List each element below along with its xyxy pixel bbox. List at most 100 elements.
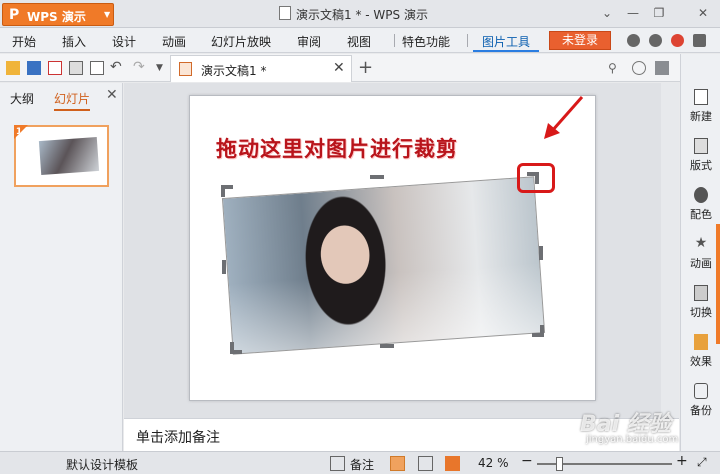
template-name: 默认设计模板 xyxy=(66,458,139,472)
crop-handle-top-left[interactable] xyxy=(221,185,233,197)
menu-review[interactable]: 审阅 xyxy=(297,33,321,50)
highlight-box xyxy=(517,163,555,193)
menu-separator xyxy=(394,34,395,47)
brush-icon[interactable]: ⚲ xyxy=(608,61,622,75)
red-arrow-icon xyxy=(544,96,584,139)
menu-start[interactable]: 开始 xyxy=(12,33,36,50)
task-panel: 新建 版式 配色 ★ 动画 切换 效果 备份 xyxy=(680,54,720,451)
layout-icon xyxy=(694,138,708,154)
print-preview-icon[interactable] xyxy=(90,61,104,75)
slide-sorter-icon[interactable] xyxy=(418,456,433,471)
dropdown-arrow-icon: ▼ xyxy=(104,10,111,19)
normal-view-icon[interactable] xyxy=(390,456,405,471)
transition-icon xyxy=(694,285,708,301)
print-icon[interactable] xyxy=(69,61,83,75)
restore-button[interactable]: ❐ xyxy=(648,4,670,22)
window-icon[interactable] xyxy=(655,61,669,75)
zoom-out-button[interactable]: − xyxy=(521,453,533,469)
tab-outline[interactable]: 大纲 xyxy=(10,90,34,107)
open-icon[interactable] xyxy=(6,61,20,75)
task-new[interactable]: 新建 xyxy=(681,89,720,133)
notes-toggle-icon[interactable] xyxy=(330,456,345,471)
status-bar: 默认设计模板 备注 42 % − + ⤢ xyxy=(0,451,720,474)
task-layout-label: 版式 xyxy=(690,159,712,172)
panel-collapse-handle[interactable] xyxy=(716,224,720,344)
effects-icon xyxy=(694,334,708,350)
palette-icon xyxy=(694,187,708,203)
outline-panel: 大纲 幻灯片 ✕ 1 xyxy=(0,83,123,451)
export-pdf-icon[interactable] xyxy=(48,61,62,75)
backup-icon xyxy=(694,383,708,399)
wps-logo-icon: P xyxy=(9,7,20,23)
feedback-icon[interactable] xyxy=(671,34,684,47)
slideshow-icon[interactable] xyxy=(445,456,460,471)
notes-toggle-label[interactable]: 备注 xyxy=(350,456,374,473)
task-layout[interactable]: 版式 xyxy=(681,138,720,182)
crop-handle-bottom-right[interactable] xyxy=(532,325,544,337)
task-transition[interactable]: 切换 xyxy=(681,285,720,329)
menu-view[interactable]: 视图 xyxy=(347,33,371,50)
fit-window-icon[interactable]: ⤢ xyxy=(697,456,712,471)
quick-toolbar: ↶ ↷ ▼ 演示文稿1 * ✕ + ⚲ xyxy=(0,54,680,82)
close-panel-icon[interactable]: ✕ xyxy=(106,87,118,103)
task-effects-label: 效果 xyxy=(690,355,712,368)
cropped-photo[interactable] xyxy=(221,176,546,355)
title-bar: P WPS 演示 ▼ 演示文稿1 * - WPS 演示 ⌄ — ❐ ✕ xyxy=(0,0,720,28)
new-slide-icon xyxy=(694,89,708,105)
close-button[interactable]: ✕ xyxy=(692,4,714,22)
vertical-scrollbar[interactable] xyxy=(661,83,679,418)
window-menu-icon[interactable]: ⌄ xyxy=(596,4,618,22)
menu-design[interactable]: 设计 xyxy=(112,33,136,50)
minimize-button[interactable]: — xyxy=(622,4,644,22)
animation-icon: ★ xyxy=(694,235,708,251)
crop-handle-top[interactable] xyxy=(370,175,384,179)
menu-bar: 开始 插入 设计 动画 幻灯片放映 审阅 视图 特色功能 图片工具 未登录 xyxy=(0,28,720,53)
task-animation[interactable]: ★ 动画 xyxy=(681,236,720,280)
zoom-in-button[interactable]: + xyxy=(676,453,688,469)
task-colors[interactable]: 配色 xyxy=(681,187,720,231)
tab-slides[interactable]: 幻灯片 xyxy=(54,90,91,111)
task-animation-label: 动画 xyxy=(690,257,712,270)
slide-thumbnail[interactable] xyxy=(14,125,109,187)
clock-icon[interactable] xyxy=(632,61,646,75)
crop-handle-left[interactable] xyxy=(222,260,226,274)
slide-editing-area: 拖动这里对图片进行裁剪 xyxy=(124,83,679,418)
save-icon[interactable] xyxy=(27,61,41,75)
slide-canvas[interactable]: 拖动这里对图片进行裁剪 xyxy=(189,95,596,401)
tab-document[interactable]: 演示文稿1 * ✕ xyxy=(170,55,352,82)
menu-insert[interactable]: 插入 xyxy=(62,33,86,50)
crop-handle-bottom-left[interactable] xyxy=(230,342,242,354)
menu-slideshow[interactable]: 幻灯片放映 xyxy=(211,33,271,50)
task-transition-label: 切换 xyxy=(690,306,712,319)
task-colors-label: 配色 xyxy=(690,208,712,221)
menu-special-features[interactable]: 特色功能 xyxy=(402,33,450,50)
undo-icon[interactable]: ↶ xyxy=(110,60,124,75)
menu-animation[interactable]: 动画 xyxy=(162,33,186,50)
crop-handle-right[interactable] xyxy=(539,246,543,260)
login-button[interactable]: 未登录 xyxy=(549,31,611,50)
notes-placeholder: 单击添加备注 xyxy=(136,430,220,446)
help-icon[interactable] xyxy=(693,34,706,47)
customize-toolbar-icon[interactable]: ▼ xyxy=(156,61,170,75)
active-menu-indicator xyxy=(473,50,539,52)
zoom-level: 42 % xyxy=(478,456,509,470)
zoom-slider-thumb[interactable] xyxy=(556,457,563,471)
document-icon xyxy=(279,6,291,20)
task-effects[interactable]: 效果 xyxy=(681,334,720,378)
app-menu-button[interactable]: P WPS 演示 ▼ xyxy=(2,3,114,26)
menu-separator xyxy=(467,34,468,47)
annotation-text: 拖动这里对图片进行裁剪 xyxy=(216,136,458,161)
crop-handle-bottom[interactable] xyxy=(380,344,394,348)
skin-icon[interactable] xyxy=(627,34,640,47)
app-name: WPS 演示 xyxy=(27,10,86,24)
close-tab-icon[interactable]: ✕ xyxy=(333,60,345,76)
new-tab-button[interactable]: + xyxy=(358,57,373,78)
window-title: 演示文稿1 * - WPS 演示 xyxy=(296,8,428,22)
menu-picture-tools[interactable]: 图片工具 xyxy=(482,33,530,50)
redo-icon[interactable]: ↷ xyxy=(133,60,147,75)
tab-document-label: 演示文稿1 * xyxy=(201,64,267,78)
task-new-label: 新建 xyxy=(690,110,712,123)
refresh-icon[interactable] xyxy=(649,34,662,47)
baidu-watermark: Bai 经验 jingyan.baidu.com xyxy=(580,406,720,454)
watermark-url: jingyan.baidu.com xyxy=(586,434,679,445)
